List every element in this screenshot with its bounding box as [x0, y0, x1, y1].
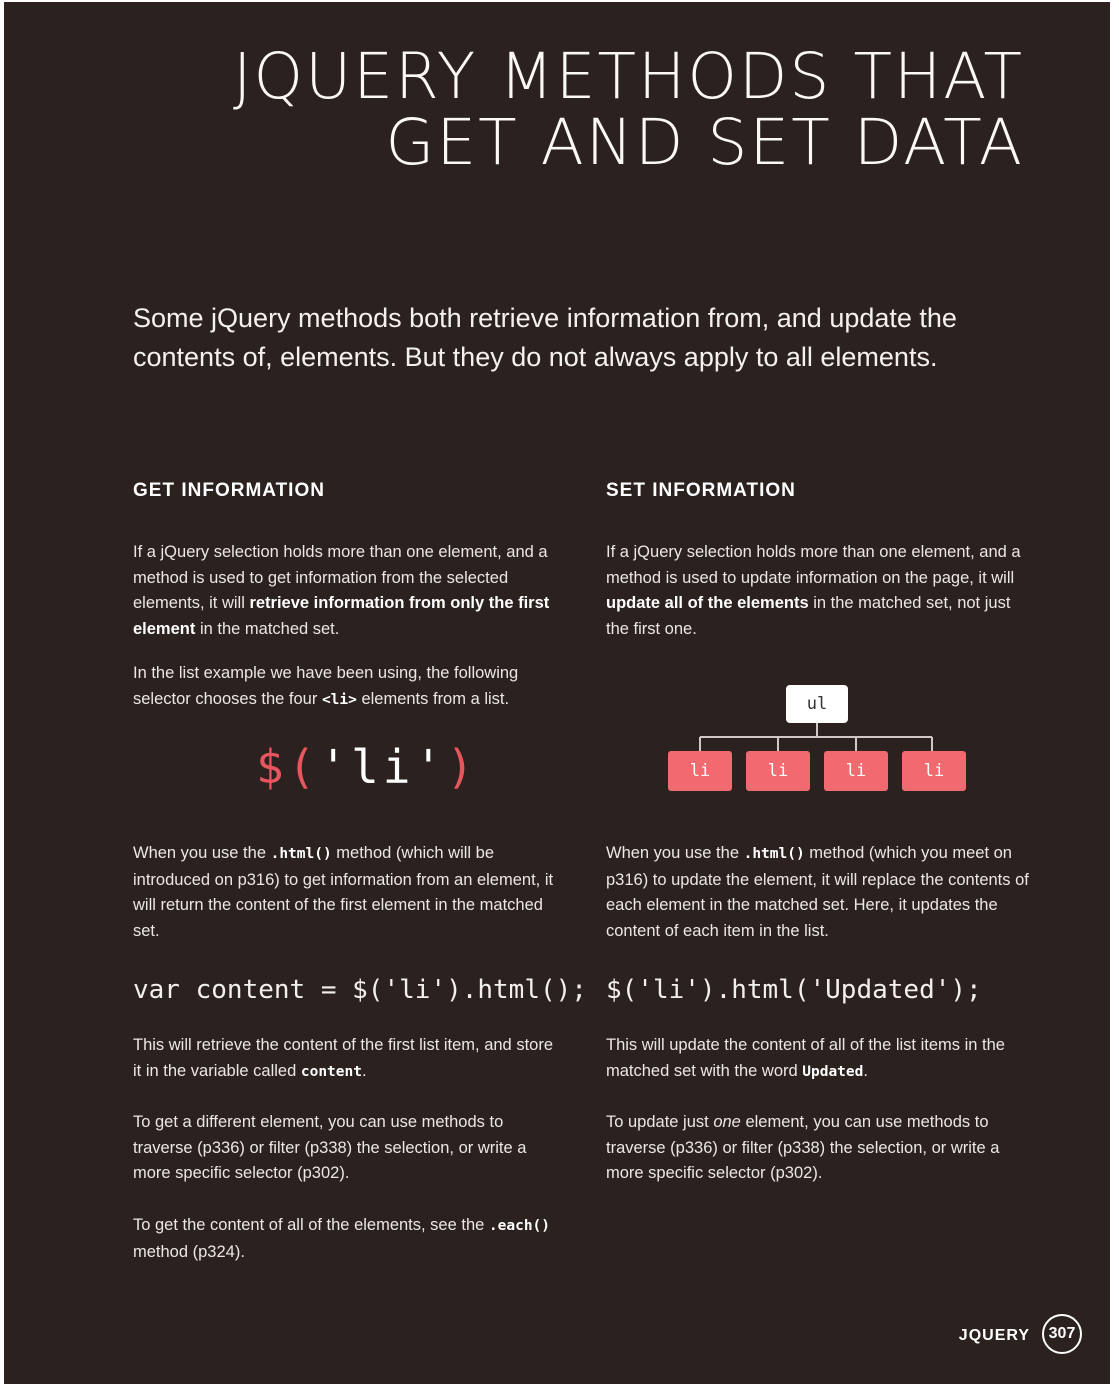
set-paragraph-1: If a jQuery selection holds more than on…	[606, 540, 1036, 642]
selector-string: 'li'	[319, 740, 447, 794]
dom-tree-diagram: ul li li li li	[668, 685, 968, 795]
set-p3-text: When you use the	[606, 844, 744, 862]
title-line-1: JQUERY METHODS THAT	[232, 40, 1024, 113]
set-code-example: $('li').html('Updated');	[606, 975, 982, 1005]
content-variable-code: content	[300, 1063, 362, 1080]
page: JQUERY METHODS THAT GET AND SET DATA Som…	[4, 2, 1110, 1384]
li-tag-code: <li>	[321, 691, 357, 708]
get-p3-text: When you use the	[133, 844, 271, 862]
get-p2-text-end: elements from a list.	[356, 689, 510, 708]
get-paragraph-6: To get the content of all of the element…	[133, 1213, 563, 1265]
set-paragraph-3: When you use the .html() method (which y…	[606, 841, 1036, 944]
selector-open-paren: (	[287, 740, 320, 794]
page-title: JQUERY METHODS THAT GET AND SET DATA	[233, 44, 1024, 176]
intro-text: Some jQuery methods both retrieve inform…	[133, 303, 957, 372]
li-selector-display: $('li')	[256, 740, 478, 794]
ul-node: ul	[786, 685, 848, 723]
get-code-example: var content = $('li').html();	[133, 975, 587, 1005]
page-number: 307	[1042, 1314, 1082, 1354]
li-node-2: li	[746, 751, 810, 791]
get-paragraph-2: In the list example we have been using, …	[133, 661, 563, 713]
set-p5-emphasis: one	[713, 1113, 741, 1131]
get-p4-text-end: .	[361, 1061, 367, 1080]
get-paragraph-1: If a jQuery selection holds more than on…	[133, 540, 563, 642]
li-node-4: li	[902, 751, 966, 791]
html-method-code: .html()	[270, 846, 332, 862]
title-line-2: GET AND SET DATA	[385, 106, 1024, 179]
chapter-label: JQUERY	[958, 1327, 1030, 1344]
set-paragraph-4: This will update the content of all of t…	[606, 1033, 1036, 1085]
get-paragraph-5: To get a different element, you can use …	[133, 1113, 527, 1182]
set-paragraph-5: To update just one element, you can use …	[606, 1110, 1036, 1187]
li-node-1: li	[668, 751, 732, 791]
selector-close-paren: )	[446, 740, 478, 794]
set-p1-text: If a jQuery selection holds more than on…	[606, 543, 1021, 587]
selector-dollar: $	[256, 740, 288, 794]
set-p4-text-end: .	[863, 1061, 868, 1080]
get-information-heading: GET INFORMATION	[133, 480, 325, 501]
set-p5-text: To update just	[606, 1113, 714, 1131]
get-p6-text-end: method (p324).	[133, 1242, 245, 1261]
html-method-code-set: .html()	[743, 846, 805, 862]
each-method-code: .each()	[488, 1218, 551, 1234]
set-p1-bold: update all of the elements	[606, 594, 809, 612]
get-p1-text-end: in the matched set.	[195, 619, 340, 638]
get-p6-text: To get the content of all of the element…	[133, 1216, 489, 1234]
get-paragraph-4: This will retrieve the content of the fi…	[133, 1033, 563, 1085]
li-node-3: li	[824, 751, 888, 791]
updated-word-code: Updated	[802, 1063, 864, 1080]
set-information-heading: SET INFORMATION	[606, 480, 796, 501]
get-paragraph-3: When you use the .html() method (which w…	[133, 841, 563, 944]
